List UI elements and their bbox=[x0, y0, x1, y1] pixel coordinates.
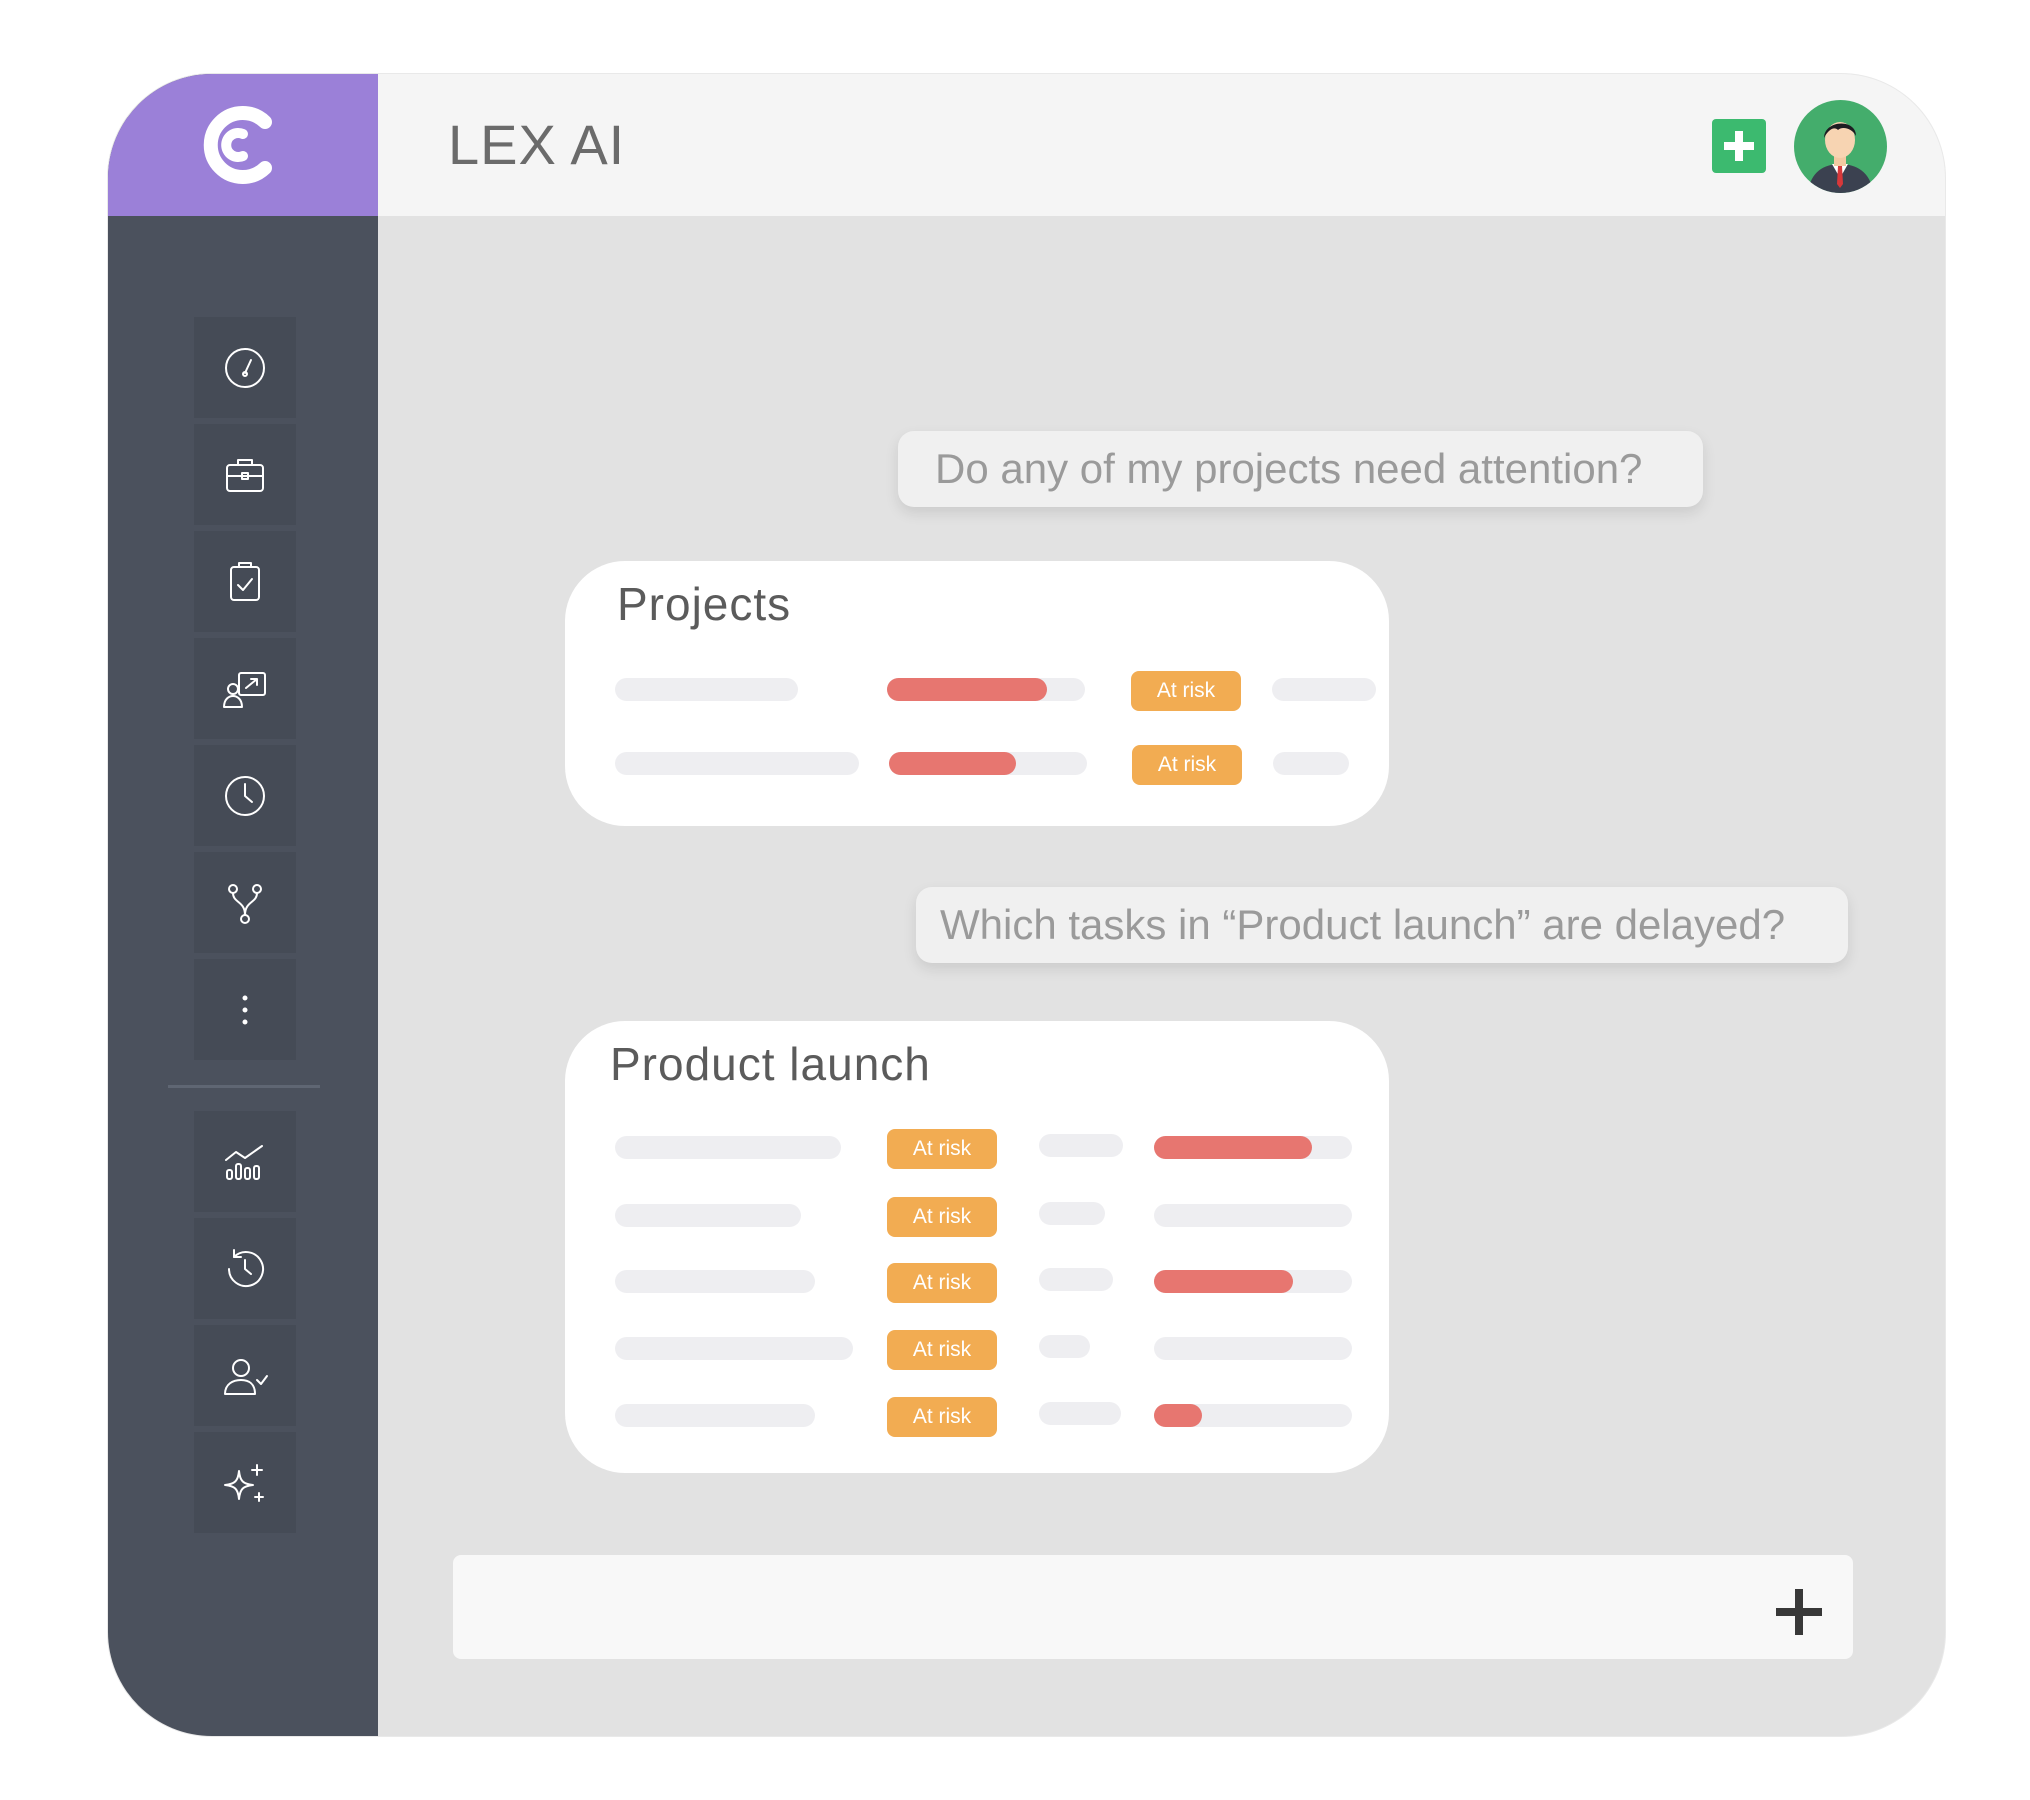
task-progress-bar bbox=[1154, 1337, 1352, 1360]
avatar[interactable] bbox=[1794, 100, 1887, 193]
sidebar-item-ai[interactable] bbox=[194, 1432, 296, 1533]
task-name-placeholder bbox=[615, 1337, 853, 1360]
status-badge: At risk bbox=[1132, 745, 1242, 785]
status-badge: At risk bbox=[887, 1397, 997, 1437]
progress-fill bbox=[889, 752, 1016, 775]
project-progress-bar bbox=[889, 752, 1087, 775]
more-vertical-icon bbox=[242, 995, 248, 1024]
product-launch-card-title: Product launch bbox=[610, 1038, 931, 1090]
app-window: LEX AI Do any of my projects need attent… bbox=[108, 74, 1945, 1736]
project-name-placeholder bbox=[615, 752, 859, 775]
status-badge: At risk bbox=[887, 1129, 997, 1169]
project-meta-placeholder bbox=[1272, 678, 1376, 701]
branch-icon bbox=[228, 883, 262, 924]
project-name-placeholder bbox=[615, 678, 798, 701]
projects-card-title: Projects bbox=[617, 578, 792, 630]
clipboard-check-icon bbox=[230, 561, 260, 601]
sidebar-item-tasks[interactable] bbox=[194, 531, 296, 632]
project-progress-bar bbox=[887, 678, 1085, 701]
briefcase-icon bbox=[226, 458, 264, 492]
clock-icon bbox=[225, 775, 265, 816]
sidebar-item-team[interactable] bbox=[194, 1325, 296, 1426]
top-bar: LEX AI bbox=[378, 74, 1945, 216]
status-badge: At risk bbox=[887, 1330, 997, 1370]
progress-fill bbox=[1154, 1136, 1313, 1159]
task-meta-placeholder bbox=[1039, 1335, 1090, 1358]
sidebar-item-history[interactable] bbox=[194, 1218, 296, 1319]
sidebar-item-portfolio[interactable] bbox=[194, 424, 296, 525]
sidebar-item-dashboard[interactable] bbox=[194, 317, 296, 418]
progress-fill bbox=[1154, 1404, 1202, 1427]
product-launch-card: Product launch At risk At risk At risk A… bbox=[565, 1021, 1389, 1473]
sidebar bbox=[108, 74, 378, 1736]
task-progress-bar bbox=[1154, 1204, 1352, 1227]
sidebar-item-time[interactable] bbox=[194, 745, 296, 846]
sidebar-divider bbox=[168, 1085, 320, 1088]
task-progress-bar bbox=[1154, 1136, 1352, 1159]
logo-icon bbox=[203, 106, 272, 184]
progress-fill bbox=[887, 678, 1048, 701]
task-meta-placeholder bbox=[1039, 1402, 1121, 1425]
task-meta-placeholder bbox=[1039, 1134, 1123, 1157]
task-meta-placeholder bbox=[1039, 1268, 1113, 1291]
sidebar-item-reports[interactable] bbox=[194, 638, 296, 739]
user-avatar-icon bbox=[1808, 122, 1873, 193]
status-badge: At risk bbox=[1131, 671, 1241, 711]
task-name-placeholder bbox=[615, 1136, 841, 1159]
user-check-icon bbox=[224, 1358, 268, 1395]
history-icon bbox=[228, 1248, 264, 1287]
add-button[interactable] bbox=[1712, 119, 1766, 173]
logo[interactable] bbox=[108, 74, 378, 216]
user-message-1: Do any of my projects need attention? bbox=[898, 431, 1703, 507]
presentation-user-icon bbox=[223, 671, 266, 708]
task-meta-placeholder bbox=[1039, 1202, 1105, 1225]
speedometer-icon bbox=[225, 347, 265, 388]
task-progress-bar bbox=[1154, 1404, 1352, 1427]
sidebar-item-analytics[interactable] bbox=[194, 1111, 296, 1212]
projects-card: Projects At risk At risk bbox=[565, 561, 1389, 826]
task-name-placeholder bbox=[615, 1404, 815, 1427]
sparkles-icon bbox=[224, 1463, 264, 1502]
status-badge: At risk bbox=[887, 1263, 997, 1303]
analytics-icon bbox=[225, 1144, 263, 1180]
user-message-2: Which tasks in “Product launch” are dela… bbox=[916, 887, 1848, 963]
plus-icon[interactable] bbox=[1776, 1589, 1822, 1635]
sidebar-item-workflow[interactable] bbox=[194, 852, 296, 953]
progress-fill bbox=[1154, 1270, 1293, 1293]
task-progress-bar bbox=[1154, 1270, 1352, 1293]
task-name-placeholder bbox=[615, 1204, 801, 1227]
app-title: LEX AI bbox=[448, 113, 626, 176]
task-name-placeholder bbox=[615, 1270, 815, 1293]
status-badge: At risk bbox=[887, 1197, 997, 1237]
project-meta-placeholder bbox=[1273, 752, 1349, 775]
message-input[interactable] bbox=[453, 1555, 1853, 1659]
sidebar-item-more[interactable] bbox=[194, 959, 296, 1060]
